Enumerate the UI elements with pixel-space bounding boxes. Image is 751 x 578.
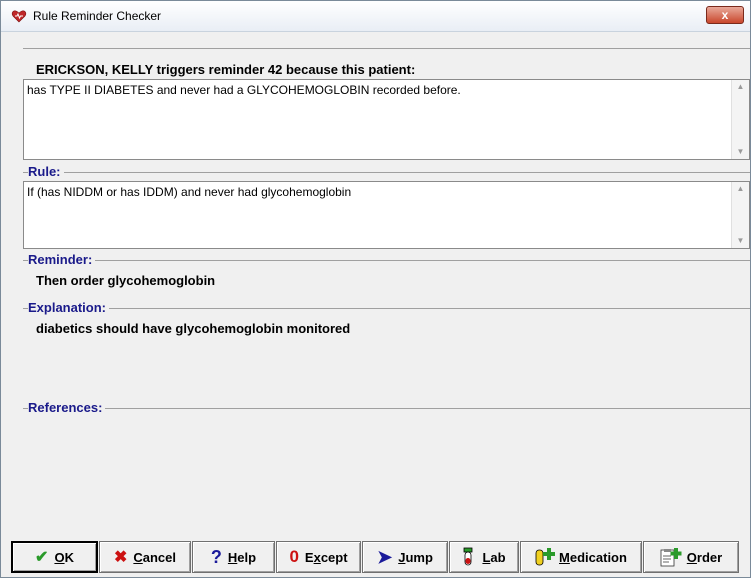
order-label: rder — [696, 549, 723, 565]
order-mnemonic: O — [686, 549, 697, 565]
except-mnemonic: x — [313, 549, 321, 565]
except-button[interactable]: 0 Ex cept — [276, 541, 361, 573]
reminder-legend: Reminder: — [28, 252, 96, 267]
x-icon: ✖ — [113, 549, 128, 566]
rule-legend: Rule: — [28, 164, 64, 179]
lab-button[interactable]: Lab — [449, 541, 519, 573]
ok-label: K — [64, 549, 74, 565]
close-icon: x — [721, 8, 729, 22]
medication-button[interactable]: Medication — [520, 541, 642, 573]
jump-mnemonic: J — [398, 549, 406, 565]
ok-button[interactable]: ✔ OK — [11, 541, 98, 573]
rule-textbox[interactable]: If (has NIDDM or has IDDM) and never had… — [23, 181, 750, 249]
window-title: Rule Reminder Checker — [33, 9, 162, 23]
vial-plus-icon — [535, 548, 556, 566]
jump-button[interactable]: ➤ Jump — [362, 541, 448, 573]
references-legend: References: — [28, 400, 106, 415]
explanation-text: diabetics should have glycohemoglobin mo… — [36, 321, 351, 336]
scroll-up-icon[interactable]: ▲ — [732, 82, 749, 91]
order-button[interactable]: Order — [643, 541, 739, 573]
question-icon: ? — [210, 546, 222, 567]
patient-reason-text: has TYPE II DIABETES and never had a GLY… — [27, 83, 461, 97]
vertical-scrollbar[interactable]: ▲ ▼ — [731, 182, 749, 248]
title-bar: Rule Reminder Checker x — [1, 1, 750, 32]
reminder-group-line — [23, 260, 750, 261]
scroll-down-icon[interactable]: ▼ — [732, 147, 749, 156]
heart-icon — [11, 10, 27, 23]
clipboard-plus-icon — [660, 548, 682, 567]
vertical-scrollbar[interactable]: ▲ ▼ — [731, 80, 749, 159]
help-label: elp — [237, 549, 257, 565]
patient-header: ERICKSON, KELLY triggers reminder 42 bec… — [36, 62, 416, 77]
scroll-down-icon[interactable]: ▼ — [732, 236, 749, 245]
cancel-label: ancel — [142, 549, 177, 565]
ok-mnemonic: O — [54, 549, 65, 565]
explanation-legend: Explanation: — [28, 300, 110, 315]
except-label: cept — [320, 549, 348, 565]
help-button[interactable]: ? Help — [192, 541, 275, 573]
checkmark-icon: ✔ — [35, 549, 49, 566]
cancel-button[interactable]: ✖ Cancel — [99, 541, 191, 573]
patient-reason-textbox[interactable]: has TYPE II DIABETES and never had a GLY… — [23, 79, 750, 160]
rule-group-line — [23, 172, 750, 173]
medication-mnemonic: M — [559, 549, 570, 565]
section-divider — [23, 48, 750, 49]
jump-label: ump — [405, 549, 433, 565]
test-tube-icon — [464, 547, 473, 566]
medication-label: edication — [569, 549, 627, 565]
arrow-icon: ➤ — [377, 546, 393, 567]
reminder-text: Then order glycohemoglobin — [36, 273, 216, 288]
zero-icon: 0 — [289, 547, 299, 566]
explanation-group-line — [23, 308, 750, 309]
help-mnemonic: H — [227, 549, 238, 565]
except-prefix: E — [304, 549, 314, 565]
lab-label: ab — [490, 549, 506, 565]
rule-text: If (has NIDDM or has IDDM) and never had… — [27, 185, 352, 199]
lab-mnemonic: L — [482, 549, 491, 565]
close-button[interactable]: x — [706, 6, 744, 24]
references-group-line — [23, 408, 750, 409]
dialog-window: Rule Reminder Checker x ERICKSON, KELLY … — [0, 0, 751, 578]
cancel-mnemonic: C — [133, 549, 143, 565]
scroll-up-icon[interactable]: ▲ — [732, 184, 749, 193]
